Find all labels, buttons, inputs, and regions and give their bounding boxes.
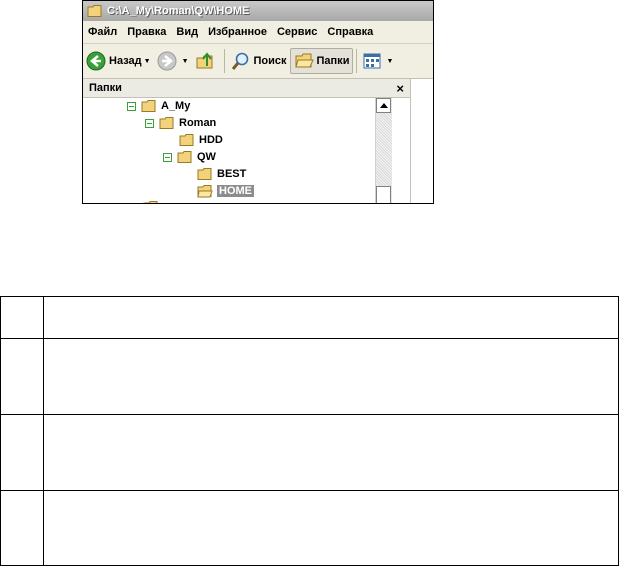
search-button[interactable]: Поиск	[228, 48, 290, 74]
up-folder-icon	[196, 52, 212, 69]
tree-node-best[interactable]: BEST	[197, 166, 246, 182]
toolbar: Назад ▼ ▼ Поиск Папки ▼	[83, 44, 433, 79]
open-folder-icon	[197, 184, 213, 197]
tree-node-hdd[interactable]: HDD	[179, 132, 223, 148]
forward-arrow-icon	[157, 51, 177, 71]
table-cell	[0, 490, 44, 566]
close-icon[interactable]: ×	[396, 81, 410, 96]
content-pane	[411, 79, 433, 203]
menu-view[interactable]: Вид	[171, 26, 203, 38]
folders-panel-header: Папки ×	[83, 79, 410, 98]
forward-dropdown-icon[interactable]: ▼	[182, 58, 189, 65]
table-row	[0, 296, 619, 339]
table-row	[0, 338, 619, 415]
tree-node-label: BEST	[217, 168, 247, 180]
table-cell	[43, 414, 619, 491]
back-label: Назад	[109, 55, 142, 67]
folder-icon	[179, 133, 194, 146]
table-cell	[43, 296, 619, 339]
folders-icon	[294, 53, 314, 68]
tree-node-home[interactable]: HOME	[197, 183, 254, 199]
menu-help[interactable]: Справка	[322, 26, 378, 38]
table-cell	[0, 414, 44, 491]
table-row	[0, 414, 619, 491]
tree-node-label: QW	[197, 151, 216, 163]
toolbar-separator	[356, 49, 358, 73]
views-dropdown-icon[interactable]: ▼	[386, 58, 393, 65]
folder-icon	[143, 201, 158, 203]
up-triangle-icon	[379, 103, 388, 108]
collapse-icon[interactable]	[145, 118, 154, 128]
menu-file[interactable]: Файл	[83, 26, 122, 38]
search-icon	[231, 52, 248, 70]
window-title: C:\A_My\Roman\QW\HOME	[107, 5, 250, 17]
toolbar-separator	[223, 49, 225, 73]
table-row	[0, 490, 619, 566]
folder-icon	[159, 116, 174, 129]
forward-button[interactable]: ▼	[154, 48, 192, 74]
back-arrow-icon	[86, 51, 106, 71]
tree-node-label-selected: HOME	[217, 185, 254, 197]
folder-icon	[87, 5, 102, 17]
folders-panel: Папки × A_My Roman HDD QW BEST HOME	[83, 79, 411, 203]
tree-scrollbar[interactable]	[375, 98, 392, 203]
folder-tree: A_My Roman HDD QW BEST HOME	[83, 98, 373, 203]
menu-bar: Файл Правка Вид Избранное Сервис Справка	[83, 21, 433, 44]
tree-node-qw[interactable]: QW	[163, 149, 216, 165]
table-cell	[43, 338, 619, 415]
back-button[interactable]: Назад ▼	[83, 48, 154, 74]
views-button[interactable]: ▼	[360, 48, 396, 74]
table-cell	[43, 490, 619, 566]
table-cell	[0, 296, 44, 339]
table-cell	[0, 338, 44, 415]
collapse-icon[interactable]	[163, 152, 172, 162]
search-label: Поиск	[253, 55, 287, 67]
back-dropdown-icon[interactable]: ▼	[144, 58, 151, 65]
scroll-thumb[interactable]	[376, 186, 391, 203]
menu-tools[interactable]: Сервис	[272, 26, 322, 38]
menu-edit[interactable]: Правка	[122, 26, 171, 38]
up-folder-button[interactable]	[192, 48, 221, 74]
scroll-up-button[interactable]	[376, 98, 391, 113]
folders-button[interactable]: Папки	[289, 48, 354, 74]
folders-label: Папки	[316, 55, 350, 67]
tree-node-label: A_My	[161, 100, 191, 112]
tree-node-label: Roman	[179, 117, 217, 129]
tree-node-roman[interactable]: Roman	[145, 115, 216, 131]
views-icon	[363, 53, 381, 69]
folder-icon	[197, 167, 212, 180]
explorer-window: C:\A_My\Roman\QW\HOME Файл Правка Вид Из…	[82, 0, 434, 204]
folders-panel-title: Папки	[89, 82, 122, 94]
menu-favorites[interactable]: Избранное	[203, 26, 272, 38]
tree-node-a-my[interactable]: A_My	[127, 98, 190, 114]
folder-icon	[177, 150, 192, 163]
collapse-icon[interactable]	[127, 101, 136, 111]
tree-node-label: HDD	[199, 134, 223, 146]
folder-icon	[141, 99, 156, 112]
title-bar: C:\A_My\Roman\QW\HOME	[83, 1, 433, 21]
empty-table	[0, 296, 619, 566]
